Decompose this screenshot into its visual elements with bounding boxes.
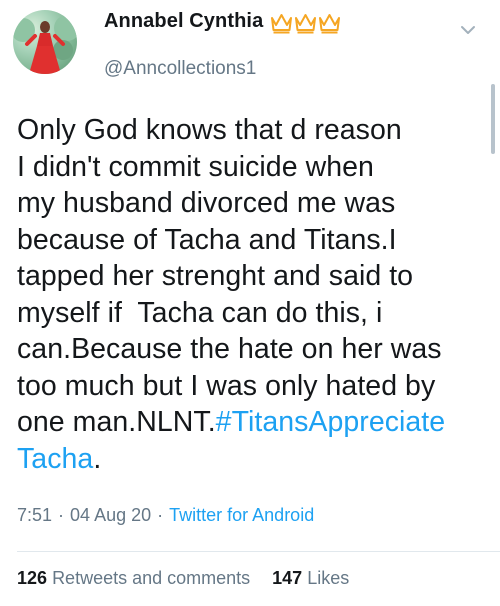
crown-icon: [319, 14, 340, 34]
tweet-stats: 126 Retweets and comments 147 Likes: [17, 568, 349, 589]
display-name[interactable]: Annabel Cynthia: [104, 10, 263, 33]
crown-badges: [270, 12, 341, 34]
avatar-image: [13, 15, 77, 74]
retweets-count: 126: [17, 568, 48, 588]
meta-separator: ·: [58, 505, 65, 525]
tweet-time[interactable]: 7:51: [17, 505, 52, 525]
divider: [17, 551, 500, 552]
likes-count: 147: [272, 568, 303, 588]
tweet-body: Only God knows that d reason I didn't co…: [17, 114, 442, 438]
retweets-label: Retweets and comments: [52, 568, 251, 588]
chevron-down-icon: [461, 26, 475, 34]
scrollbar[interactable]: [491, 84, 495, 154]
user-handle[interactable]: @Anncollections1: [104, 58, 256, 80]
likes-label: Likes: [307, 568, 350, 588]
likes-stat[interactable]: 147 Likes: [272, 568, 349, 588]
tweet-text: Only God knows that d reason I didn't co…: [17, 112, 487, 477]
avatar[interactable]: [13, 10, 77, 74]
retweets-stat[interactable]: 126 Retweets and comments: [17, 568, 250, 588]
tweet-date[interactable]: 04 Aug 20: [70, 505, 151, 525]
tweet-trailing-punctuation: .: [93, 442, 102, 475]
tweet-source-link[interactable]: Twitter for Android: [169, 505, 314, 525]
more-options-button[interactable]: [458, 20, 478, 40]
tweet-header: Annabel Cynthia @Anncollections1: [0, 0, 500, 100]
tweet-meta: 7:51 · 04 Aug 20 · Twitter for Android: [17, 505, 314, 526]
crown-icon: [271, 14, 292, 34]
crown-icon: [295, 14, 316, 34]
meta-separator: ·: [157, 505, 164, 525]
